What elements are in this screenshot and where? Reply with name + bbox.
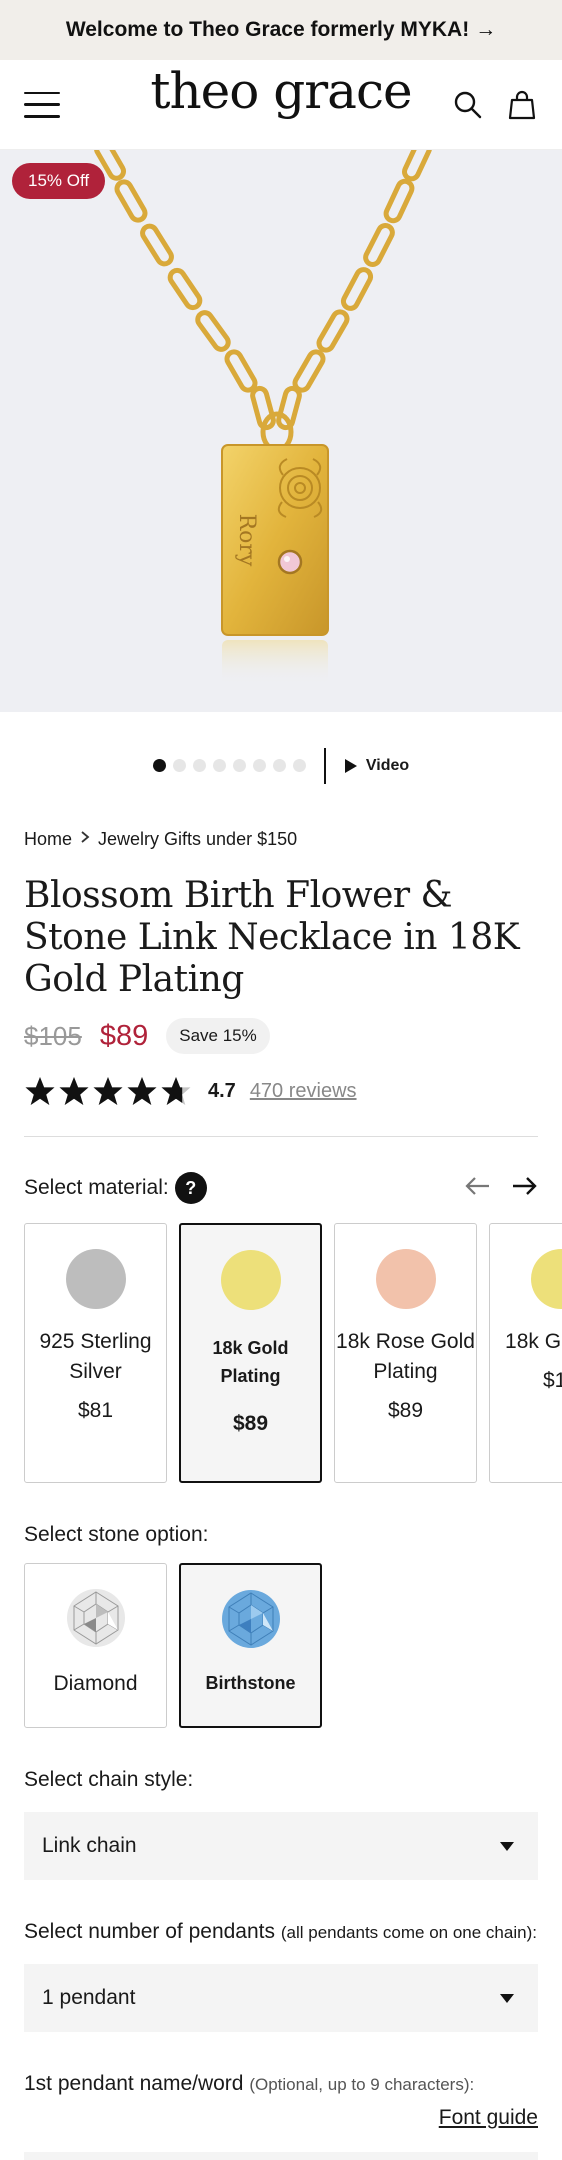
star-icon — [25, 1077, 55, 1105]
arrow-left-icon[interactable] — [464, 1175, 490, 1202]
play-icon — [344, 758, 357, 773]
carousel-dot[interactable] — [272, 759, 286, 772]
material-label: Select material: — [24, 1176, 169, 1199]
material-price: $13 — [542, 1369, 562, 1392]
pendant-engraving: Rory — [234, 514, 259, 567]
star-icon — [59, 1077, 89, 1105]
caret-down-icon — [500, 1841, 514, 1851]
pendant-name-title: 1st pendant name/word — [24, 2072, 244, 2095]
color-swatch — [220, 1250, 281, 1310]
arrow-right-icon[interactable] — [512, 1175, 538, 1202]
pendant-count-value: 1 pendant — [42, 1986, 136, 2009]
original-price: $105 — [24, 1020, 82, 1051]
breadcrumb-category[interactable]: Jewelry Gifts under $150 — [98, 829, 297, 850]
carousel-dot[interactable] — [292, 759, 306, 772]
video-button[interactable]: Video — [344, 757, 409, 775]
breadcrumb-home[interactable]: Home — [24, 829, 72, 850]
help-icon[interactable]: ? — [174, 1172, 207, 1204]
pendant-name-note: (Optional, up to 9 characters): — [249, 2075, 475, 2094]
video-label: Video — [365, 756, 410, 774]
color-swatch — [375, 1249, 436, 1309]
material-price: $89 — [232, 1412, 269, 1435]
material-name: 18k Gold Plating — [212, 1338, 289, 1386]
carousel-dot[interactable] — [172, 759, 186, 772]
material-price: $81 — [77, 1399, 114, 1422]
stone-option-birthstone[interactable]: Birthstone — [179, 1563, 322, 1728]
color-swatch — [65, 1249, 126, 1309]
star-icon — [127, 1077, 157, 1105]
material-option[interactable]: 925 Sterling Silver $81 — [24, 1223, 167, 1483]
material-option[interactable]: 18k Rose Gold Plating $89 — [334, 1223, 477, 1483]
material-options: 925 Sterling Silver $81 18k Gold Plating $8… — [0, 1223, 562, 1483]
menu-icon[interactable] — [24, 91, 60, 118]
divider — [24, 1136, 538, 1137]
pendant-name-label: 1st pendant name/word (Optional, up to 9… — [0, 2072, 562, 2096]
carousel-dot[interactable] — [252, 759, 266, 772]
chain-label: Select chain style: — [24, 1768, 194, 1791]
product-title: Blossom Birth Flower & Stone Link Neckla… — [24, 875, 520, 1000]
stone-label: Select stone option: — [24, 1523, 209, 1546]
material-option[interactable]: 18k Gold Plating $89 — [179, 1223, 322, 1483]
pendant-count-select[interactable]: 1 pendant — [24, 1964, 538, 2032]
stone-option-diamond[interactable]: Diamond — [24, 1563, 167, 1728]
stone-name: Diamond — [53, 1672, 138, 1695]
site-header — [0, 60, 562, 150]
pendant-count-title: Select number of pendants — [24, 1920, 275, 1943]
material-name: 18k Rose Gold Plating — [336, 1330, 475, 1383]
diamond-icon — [66, 1589, 125, 1647]
pendant-count-note: (all pendants come on one chain): — [280, 1923, 537, 1942]
carousel-nav: Video — [0, 712, 562, 819]
material-name: 925 Sterling Silver — [39, 1330, 152, 1383]
material-option[interactable]: 18k G Verm $13 — [489, 1223, 562, 1483]
caret-down-icon — [500, 1993, 514, 2003]
save-badge: Save 15% — [166, 1018, 270, 1054]
material-header: Select material: ? — [0, 1171, 562, 1205]
material-name: 18k G Verm — [505, 1330, 562, 1353]
chain-style-value: Link chain — [42, 1834, 137, 1857]
font-guide-link[interactable]: Font guide — [0, 2106, 562, 2130]
color-swatch — [530, 1249, 562, 1309]
discount-badge: 15% Off — [12, 163, 106, 199]
pendant-count-label: Select number of pendants (all pendants … — [0, 1920, 562, 1944]
carousel-dot[interactable] — [192, 759, 206, 772]
chevron-right-icon — [80, 830, 90, 848]
divider — [323, 747, 326, 784]
price-row: $105 $89 Save 15% — [0, 1015, 562, 1057]
product-image[interactable]: 15% Off Rory — [0, 150, 562, 712]
star-icon — [161, 1077, 191, 1105]
breadcrumb: Home Jewelry Gifts under $150 — [0, 819, 562, 859]
reviews-link[interactable]: 470 reviews — [250, 1080, 357, 1103]
arrow-right-icon: → — [475, 18, 497, 41]
necklace-illustration: Rory — [94, 150, 432, 685]
carousel-dot[interactable] — [232, 759, 246, 772]
shopping-bag-icon[interactable] — [506, 89, 538, 121]
stone-options: Diamond Birthstone — [0, 1563, 562, 1728]
rating-row: 4.7 470 reviews — [0, 1071, 562, 1111]
carousel-dots[interactable] — [152, 759, 306, 772]
announcement-bar[interactable]: Welcome to Theo Grace formerly MYKA! → — [0, 0, 562, 60]
rating-value: 4.7 — [208, 1079, 236, 1102]
pendant-name-input[interactable] — [24, 2152, 538, 2160]
carousel-dot[interactable] — [152, 759, 166, 772]
carousel-dot[interactable] — [212, 759, 226, 772]
star-icon — [93, 1077, 123, 1105]
search-icon[interactable] — [452, 89, 484, 121]
material-price: $89 — [387, 1399, 424, 1422]
sale-price: $89 — [99, 1019, 149, 1052]
stone-name: Birthstone — [205, 1673, 296, 1693]
star-rating — [24, 1076, 192, 1106]
announcement-text[interactable]: Welcome to Theo Grace formerly MYKA! — [66, 18, 469, 42]
chain-style-select[interactable]: Link chain — [24, 1812, 538, 1880]
birthstone-icon — [221, 1590, 280, 1648]
